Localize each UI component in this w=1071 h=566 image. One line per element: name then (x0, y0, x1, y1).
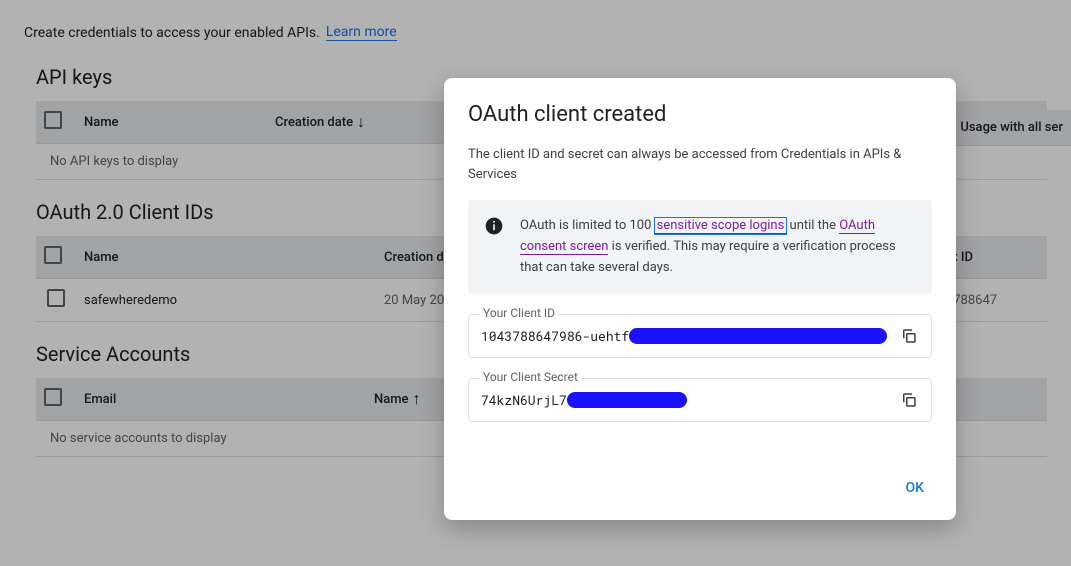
notice-text: OAuth is limited to 100 sensitive scope … (520, 216, 916, 278)
notice-pre: OAuth is limited to 100 (520, 218, 655, 233)
client-id-field: Your Client ID 1043788647986-uehtf (468, 314, 932, 358)
oauth-client-created-dialog: OAuth client created The client ID and s… (444, 78, 956, 520)
dialog-actions: OK (468, 472, 932, 504)
copy-icon (900, 391, 918, 409)
client-secret-label: Your Client Secret (479, 370, 582, 384)
verification-notice: OAuth is limited to 100 sensitive scope … (468, 200, 932, 294)
client-secret-value[interactable]: 74kzN6UrjL7 (481, 391, 887, 409)
redacted-block (567, 392, 687, 408)
ok-button[interactable]: OK (898, 472, 933, 504)
redacted-block (629, 328, 887, 344)
copy-icon (900, 327, 918, 345)
dialog-title: OAuth client created (468, 102, 932, 127)
client-id-visible: 1043788647986-uehtf (481, 327, 629, 345)
notice-mid: until the (786, 218, 839, 233)
client-id-label: Your Client ID (479, 306, 559, 320)
client-secret-visible: 74kzN6UrjL7 (481, 391, 567, 409)
client-secret-field: Your Client Secret 74kzN6UrjL7 (468, 378, 932, 422)
copy-client-id-button[interactable] (895, 322, 923, 350)
dialog-description: The client ID and secret can always be a… (468, 145, 932, 184)
info-icon (484, 216, 504, 236)
copy-client-secret-button[interactable] (895, 386, 923, 414)
sensitive-scope-logins-link[interactable]: sensitive scope logins (655, 218, 787, 234)
client-id-value[interactable]: 1043788647986-uehtf (481, 327, 887, 345)
